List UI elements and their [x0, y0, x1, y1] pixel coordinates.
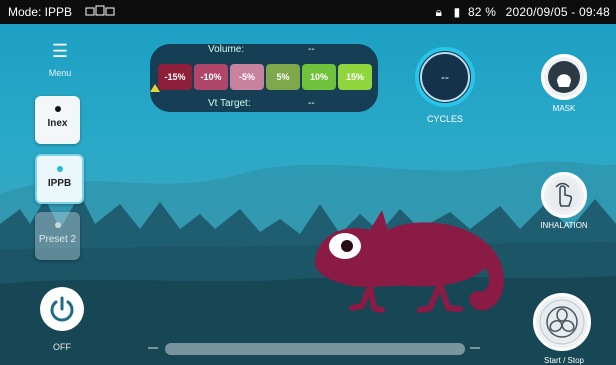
hamburger-icon: ☰ [51, 41, 69, 61]
status-bar: Mode: IPPB 🔒︎ ▮ 82 % 2020/09/05 - 09:48 [0, 0, 616, 24]
menu-label: Menu [48, 68, 72, 78]
datetime: 2020/09/05 - 09:48 [505, 5, 610, 19]
fan-icon [539, 299, 585, 345]
mask-button[interactable] [541, 54, 587, 100]
start-stop-label: Start / Stop [543, 356, 585, 365]
power-icon [50, 296, 74, 322]
mode-label: Inex [47, 118, 68, 129]
chip-plus-15[interactable]: 15% [338, 64, 372, 90]
inhalation-button[interactable] [541, 172, 587, 218]
mode-label: IPPB [47, 178, 72, 189]
power-label: OFF [53, 342, 71, 352]
bottom-dash-right [470, 347, 480, 349]
volume-label: Volume: [208, 44, 245, 55]
mode-dot [56, 166, 63, 172]
network-icon [85, 1, 115, 25]
hand-pointer-icon [548, 179, 580, 211]
cycles-value: -- [420, 52, 470, 102]
volume-value: -- [308, 44, 315, 55]
chip-minus-15[interactable]: -15% [158, 64, 192, 90]
mode-card-preset-2[interactable]: Preset 2 [35, 212, 80, 260]
chip-plus-5[interactable]: 5% [266, 64, 300, 90]
battery-icon: ▮ [453, 5, 461, 19]
mode-label: Preset 2 [38, 234, 77, 245]
volume-panel: Volume: -- -15% -10% -5% 5% 10% 15% Vt T… [150, 44, 378, 112]
chip-minus-10[interactable]: -10% [194, 64, 228, 90]
vt-target-value: -- [308, 98, 315, 109]
chip-plus-10[interactable]: 10% [302, 64, 336, 90]
lock-icon: 🔒︎ [435, 5, 443, 19]
start-stop-button[interactable] [533, 293, 591, 351]
app-screen: Mode: IPPB 🔒︎ ▮ 82 % 2020/09/05 - 09:48 … [0, 0, 616, 365]
mode-card-inex[interactable]: Inex [35, 96, 80, 144]
cycles-label: CYCLES [426, 114, 463, 124]
mode-dot [54, 106, 61, 112]
mode-card-ippb[interactable]: IPPB [35, 154, 84, 204]
vt-target-label: Vt Target: [208, 98, 251, 109]
mask-label: MASK [552, 104, 576, 113]
chip-minus-5[interactable]: -5% [230, 64, 264, 90]
power-button[interactable] [40, 287, 84, 331]
battery-percent: 82 % [467, 5, 497, 19]
bottom-slider[interactable] [165, 343, 465, 355]
bottom-dash-left [148, 347, 158, 349]
mask-icon [548, 61, 580, 93]
chameleon-illustration [314, 210, 504, 313]
inhalation-label: INHALATION [540, 221, 588, 230]
status-right: 🔒︎ ▮ 82 % 2020/09/05 - 09:48 [435, 0, 610, 24]
mode-indicator: Mode: IPPB [8, 0, 115, 25]
menu-button[interactable]: ☰ Menu [40, 40, 80, 80]
mode-dot [54, 222, 61, 228]
selected-marker [150, 84, 160, 92]
